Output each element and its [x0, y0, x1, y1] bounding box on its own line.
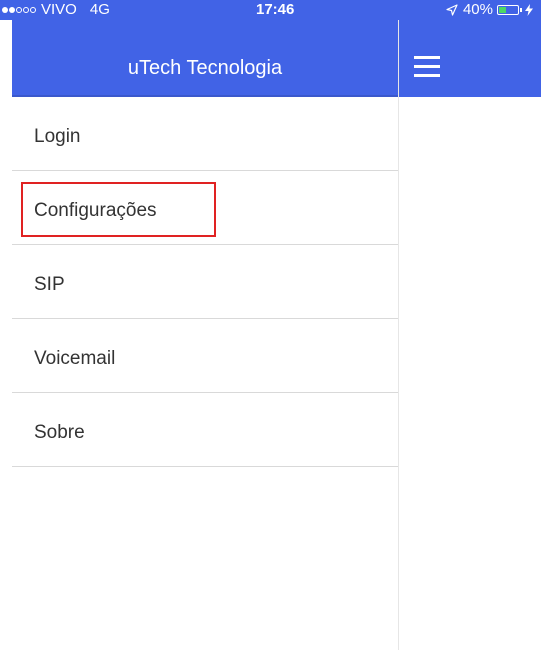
menu-item-label: Voicemail [34, 348, 116, 369]
hamburger-line [414, 56, 440, 59]
battery-percent: 40% [462, 1, 493, 18]
hamburger-line [414, 65, 440, 68]
main-content [398, 20, 541, 650]
menu-item-label: Login [34, 126, 81, 147]
carrier-name: VIVO [41, 1, 77, 18]
signal-dot [2, 7, 8, 13]
signal-dot [23, 7, 29, 13]
main-header [399, 20, 541, 97]
side-drawer: uTech Tecnologia Login Configurações SIP… [12, 20, 398, 650]
signal-dot [9, 7, 15, 13]
menu-item-label: Sobre [34, 422, 85, 443]
status-bar: VIVO 4G 17:46 40% [0, 0, 541, 20]
drawer-title: uTech Tecnologia [127, 57, 283, 79]
menu-item-sip[interactable]: SIP [12, 245, 398, 319]
highlight-annotation [21, 182, 216, 237]
status-time: 17:46 [256, 1, 295, 18]
hamburger-menu-icon[interactable] [414, 56, 442, 80]
network-type: 4G [89, 1, 110, 18]
status-bar-left: VIVO 4G [2, 2, 110, 18]
battery-nub [520, 8, 522, 12]
menu-item-voicemail[interactable]: Voicemail [12, 319, 398, 393]
menu-item-label: SIP [34, 274, 65, 295]
menu-item-sobre[interactable]: Sobre [12, 393, 398, 467]
menu-item-login[interactable]: Login [12, 97, 398, 171]
location-arrow-icon [446, 4, 458, 16]
status-bar-right: 40% [446, 2, 533, 18]
drawer-header: uTech Tecnologia [12, 20, 398, 97]
battery-icon [497, 5, 522, 15]
charging-bolt-icon [525, 4, 533, 16]
signal-dot [30, 7, 36, 13]
app-screen: VIVO 4G 17:46 40% uTech Tecnologia Login [0, 0, 541, 650]
signal-strength-icon [2, 7, 37, 13]
menu-item-configuracoes[interactable]: Configurações [12, 171, 398, 245]
drawer-menu: Login Configurações SIP Voicemail Sobre [12, 97, 398, 467]
signal-dot [16, 7, 22, 13]
battery-fill [499, 7, 506, 13]
hamburger-line [414, 74, 440, 77]
